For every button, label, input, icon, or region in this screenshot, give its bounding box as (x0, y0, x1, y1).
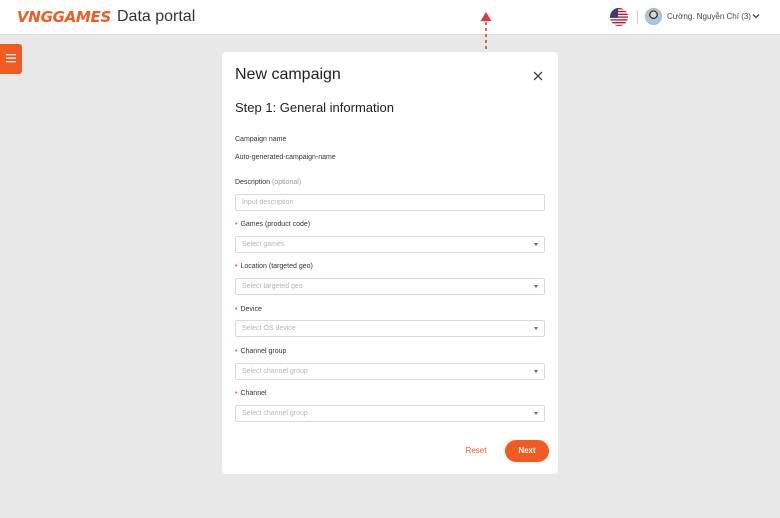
campaign-name-value: Auto-generated-campaign-name (235, 154, 336, 161)
channel-group-label-text: Channel group (240, 348, 287, 355)
description-input[interactable] (235, 194, 545, 211)
location-placeholder: Select targeted geo (242, 283, 303, 290)
required-marker: • (235, 263, 238, 270)
user-name[interactable]: Cường. Nguyễn Chí (3) (667, 12, 751, 21)
us-flag-icon[interactable] (610, 8, 628, 26)
caret-down-icon (534, 370, 538, 373)
games-label-text: Games (product code) (240, 221, 311, 228)
channel-group-label: • Channel group (235, 348, 286, 355)
avatar[interactable] (645, 8, 662, 25)
step-title: Step 1: General information (235, 100, 394, 115)
location-label: • Location (targeted geo) (235, 263, 313, 270)
device-placeholder: Select OS device (242, 325, 296, 332)
channel-group-select[interactable]: Select channel group (235, 363, 545, 380)
games-placeholder: Select games (242, 241, 285, 248)
device-label: • Device (235, 306, 262, 313)
device-select[interactable]: Select OS device (235, 320, 545, 337)
required-marker: • (235, 306, 238, 313)
caret-down-icon (534, 412, 538, 415)
new-campaign-modal: New campaign Step 1: General information… (222, 52, 558, 474)
channel-placeholder: Select channel group (242, 410, 308, 417)
required-marker: • (235, 348, 238, 355)
campaign-name-label: Campaign name (235, 136, 287, 143)
description-label-text: Description (235, 179, 271, 186)
logo-mark: VNGGAMES (17, 8, 111, 26)
required-marker: • (235, 221, 238, 228)
channel-label: • Channel (235, 390, 267, 397)
logo[interactable]: VNGGAMES Data portal (17, 8, 195, 26)
hamburger-icon (6, 54, 16, 63)
location-label-text: Location (targeted geo) (240, 263, 313, 270)
menu-button[interactable] (0, 44, 22, 74)
close-icon[interactable] (532, 70, 544, 82)
games-label: • Games (product code) (235, 221, 310, 228)
games-select[interactable]: Select games (235, 236, 545, 253)
device-label-text: Device (240, 306, 262, 313)
app-title: Data portal (116, 8, 196, 25)
channel-group-placeholder: Select channel group (242, 368, 308, 375)
description-label: Description (optional) (235, 179, 301, 186)
reset-button[interactable]: Reset (456, 440, 496, 462)
next-button[interactable]: Next (505, 440, 549, 462)
location-select[interactable]: Select targeted geo (235, 278, 545, 295)
optional-tag: (optional) (271, 179, 302, 186)
top-bar: VNGGAMES Data portal Cường. Nguyễn Chí (… (0, 0, 780, 35)
channel-label-text: Channel (240, 390, 267, 397)
chevron-down-icon[interactable] (751, 11, 761, 21)
header-divider (637, 10, 638, 24)
channel-select[interactable]: Select channel group (235, 405, 545, 422)
modal-title: New campaign (235, 66, 341, 83)
required-marker: • (235, 390, 238, 397)
caret-down-icon (534, 285, 538, 288)
caret-down-icon (534, 243, 538, 246)
caret-down-icon (534, 327, 538, 330)
